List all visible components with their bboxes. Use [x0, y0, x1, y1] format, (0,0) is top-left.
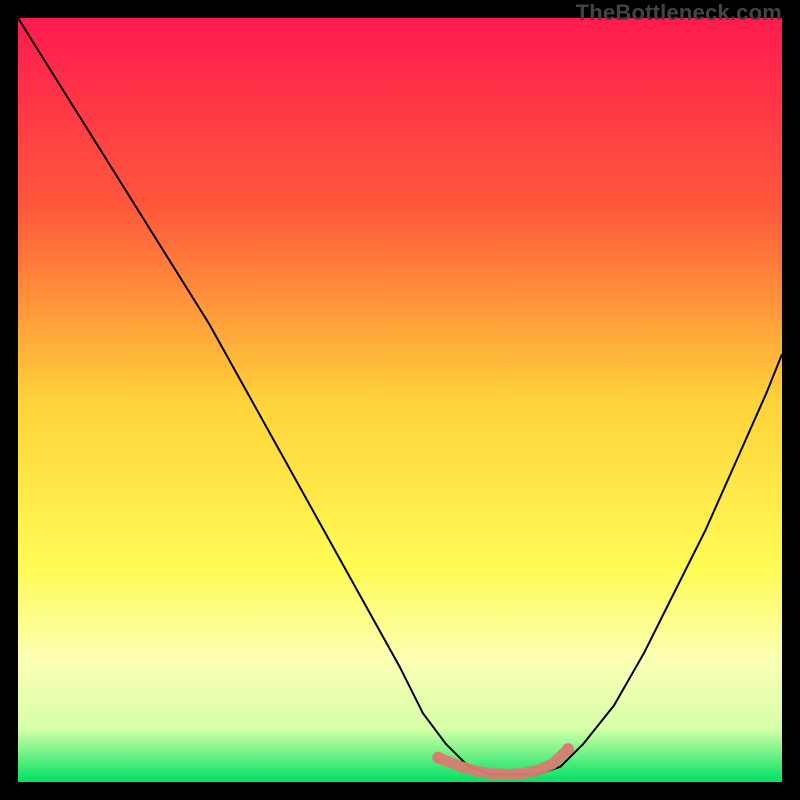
watermark-text: TheBottleneck.com — [576, 0, 782, 26]
chart-area — [18, 18, 782, 782]
chart-svg — [18, 18, 782, 782]
optimal-zone-end-dot — [562, 743, 574, 755]
optimal-zone-end-dot — [432, 752, 444, 764]
